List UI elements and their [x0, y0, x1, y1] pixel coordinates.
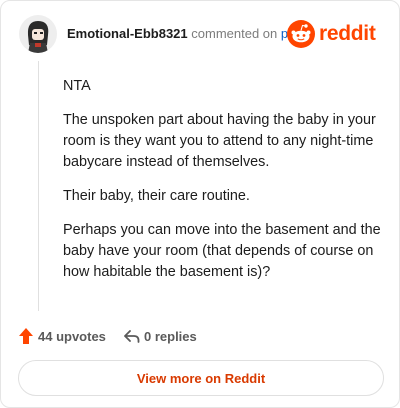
commented-on-text: commented on [191, 26, 278, 41]
thread-line [38, 61, 39, 311]
upvote-arrow-icon [19, 328, 33, 344]
comment-paragraph: Perhaps you can move into the basement a… [63, 222, 381, 280]
username[interactable]: Emotional-Ebb8321 [67, 26, 188, 41]
reply-arrow-icon [124, 330, 140, 343]
reddit-wordmark: reddit [319, 22, 376, 45]
upvotes-count: 44 upvotes [38, 329, 106, 344]
replies-count: 0 replies [144, 329, 197, 344]
comment-header: Emotional-Ebb8321 commented on post redd… [19, 15, 389, 55]
comment-embed-card: Emotional-Ebb8321 commented on post redd… [0, 0, 400, 408]
view-more-button[interactable]: View more on Reddit [18, 360, 384, 396]
comment-body: NTA The unspoken part about having the b… [63, 76, 381, 296]
comment-paragraph: NTA [63, 78, 91, 94]
comment-paragraph: Their baby, their care routine. [63, 188, 250, 204]
comment-paragraph: The unspoken part about having the baby … [63, 112, 376, 170]
reddit-logo-icon [287, 20, 315, 48]
avatar[interactable] [19, 15, 57, 53]
reddit-brand[interactable]: reddit [287, 20, 389, 48]
comment-meta: Emotional-Ebb8321 commented on post [67, 26, 305, 41]
